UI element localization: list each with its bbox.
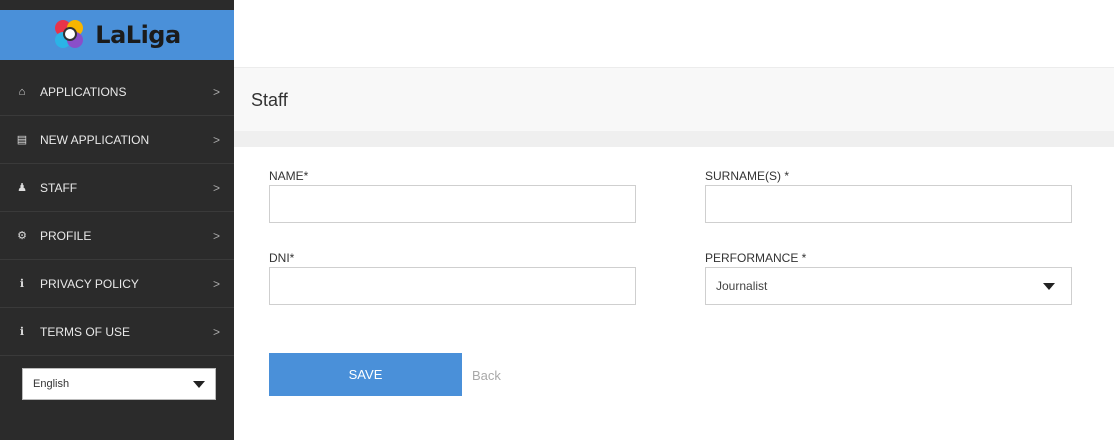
info-circle-icon: ℹ: [19, 326, 25, 338]
name-label: NAME*: [269, 169, 309, 183]
sidebar-item-label: TERMS OF USE: [40, 324, 131, 339]
sidebar: LaLiga ⌂ APPLICATIONS > ▤ NEW APPLICATIO…: [0, 0, 234, 440]
surname-input[interactable]: [705, 185, 1072, 223]
user-plus-icon: ♟: [17, 182, 27, 194]
surname-label: SURNAME(S) *: [705, 169, 790, 183]
name-input[interactable]: [269, 185, 636, 223]
sidebar-nav: ⌂ APPLICATIONS > ▤ NEW APPLICATION > ♟ S…: [0, 68, 234, 356]
sidebar-item-label: PRIVACY POLICY: [40, 276, 139, 291]
performance-select[interactable]: Journalist: [705, 267, 1072, 305]
sidebar-item-label: PROFILE: [40, 228, 92, 243]
dni-label: DNI*: [269, 251, 295, 265]
sidebar-item-staff[interactable]: ♟ STAFF >: [0, 164, 234, 212]
chevron-right-icon: >: [212, 324, 220, 339]
chevron-right-icon: >: [212, 180, 220, 195]
gears-icon: ⚙: [17, 230, 27, 242]
sidebar-item-label: APPLICATIONS: [40, 84, 127, 99]
info-circle-icon: ℹ: [19, 278, 25, 290]
page-title: Staff: [251, 90, 288, 110]
performance-label: PERFORMANCE *: [705, 251, 807, 265]
dni-input[interactable]: [269, 267, 636, 305]
sidebar-item-privacy-policy[interactable]: ℹ PRIVACY POLICY >: [0, 260, 234, 308]
sidebar-item-applications[interactable]: ⌂ APPLICATIONS >: [0, 68, 234, 116]
sidebar-item-profile[interactable]: ⚙ PROFILE >: [0, 212, 234, 260]
logo-text: LaLiga: [95, 21, 181, 49]
laliga-logo-icon: [53, 20, 89, 50]
back-link[interactable]: Back: [472, 368, 501, 383]
sidebar-item-label: STAFF: [40, 180, 78, 195]
page-header: Staff: [234, 67, 1114, 131]
chevron-right-icon: >: [212, 276, 220, 291]
chevron-right-icon: >: [212, 228, 220, 243]
sidebar-item-terms-of-use[interactable]: ℹ TERMS OF USE >: [0, 308, 234, 356]
chevron-right-icon: >: [212, 132, 220, 147]
performance-selected-value: Journalist: [716, 279, 768, 293]
chevron-right-icon: >: [212, 84, 220, 99]
language-select[interactable]: English: [22, 368, 216, 400]
caret-down-icon: [1043, 282, 1055, 290]
brand-logo[interactable]: LaLiga: [0, 10, 234, 60]
header-divider: [234, 131, 1114, 147]
sidebar-item-label: NEW APPLICATION: [40, 132, 150, 147]
save-button[interactable]: SAVE: [269, 353, 462, 396]
briefcase-icon: ▤: [16, 134, 28, 146]
caret-down-icon: [193, 380, 205, 388]
sidebar-item-new-application[interactable]: ▤ NEW APPLICATION >: [0, 116, 234, 164]
home-icon: ⌂: [18, 85, 26, 98]
language-selected-value: English: [33, 378, 70, 390]
